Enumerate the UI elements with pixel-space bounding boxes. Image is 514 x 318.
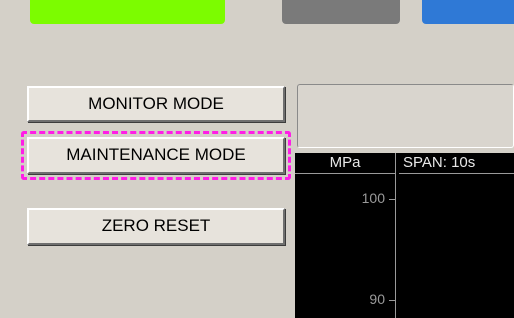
zero-reset-button[interactable]: ZERO RESET <box>27 208 285 245</box>
header-divider <box>395 153 396 173</box>
status-indicator-green <box>30 0 225 24</box>
status-indicator-gray <box>282 0 400 24</box>
span-label: SPAN: 10s <box>399 153 514 174</box>
status-indicator-blue <box>422 0 514 24</box>
message-panel <box>297 84 514 148</box>
y-tick-mark-90 <box>389 300 395 301</box>
y-tick-label-100: 100 <box>361 190 385 206</box>
monitor-mode-button[interactable]: MONITOR MODE <box>27 86 285 122</box>
y-tick-mark-100 <box>389 199 395 200</box>
trend-chart: MPa SPAN: 10s 100 90 <box>295 153 514 318</box>
y-tick-label-90: 90 <box>369 291 385 307</box>
y-axis-line <box>395 173 396 318</box>
maintenance-mode-button[interactable]: MAINTENANCE MODE <box>27 137 285 174</box>
unit-label: MPa <box>295 153 395 174</box>
